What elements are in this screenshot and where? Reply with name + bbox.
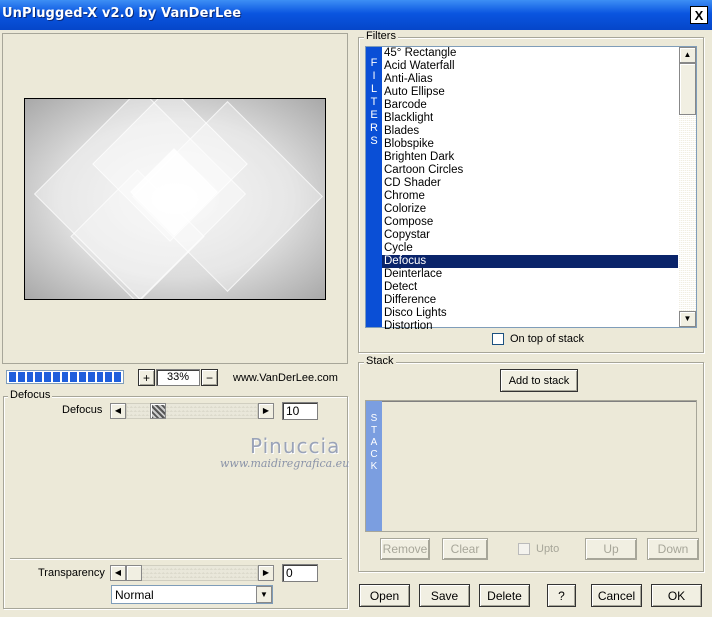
filter-list-item[interactable]: Disco Lights [382,307,678,320]
preview-image[interactable] [24,98,326,300]
save-button[interactable]: Save [419,584,470,607]
filter-list-item[interactable]: Defocus [382,255,678,268]
banner-letter: E [370,109,378,121]
ok-button[interactable]: OK [651,584,702,607]
stack-list[interactable] [365,400,697,532]
scroll-down-button[interactable]: ▼ [679,311,696,327]
filter-items[interactable]: 45° Rectangle Acid Waterfall Anti-Alias Aut… [382,47,678,333]
arrow-up-icon: ▲ [683,50,692,59]
scroll-up-button[interactable]: ▲ [679,47,696,63]
upto-checkbox[interactable] [518,543,530,555]
defocus-slider[interactable] [126,403,258,419]
render-progress-bar [6,370,124,384]
on-top-of-stack-checkbox[interactable] [492,333,504,345]
filter-list-item[interactable]: Blades [382,125,678,138]
watermark-name: Pinuccia [250,434,341,458]
filter-list-item[interactable]: Cartoon Circles [382,164,678,177]
filters-banner: FILTERS [366,47,382,327]
filter-list-item[interactable]: Acid Waterfall [382,60,678,73]
banner-letter: S [370,413,378,424]
arrow-left-icon: ◀ [114,568,122,577]
blend-mode-select[interactable]: Normal [111,585,273,604]
help-button[interactable]: ? [547,584,576,607]
stack-banner: STACK [366,401,382,531]
filter-list-item[interactable]: Distortion [382,320,678,333]
banner-letter: F [370,57,378,69]
banner-letter: C [370,449,378,460]
close-button[interactable]: X [690,6,708,24]
window-title: UnPlugged-X v2.0 by VanDerLee [2,6,242,21]
banner-letter: K [370,461,378,472]
clear-button[interactable]: Clear [442,538,488,560]
stack-group-label: Stack [364,355,396,367]
filter-list-item[interactable]: 45° Rectangle [382,47,678,60]
defocus-slider-label: Defocus [62,404,103,416]
transparency-slider[interactable] [126,565,258,581]
transparency-value-input[interactable]: 0 [282,564,318,582]
add-to-stack-button[interactable]: Add to stack [500,369,578,392]
filter-list-item[interactable]: Copystar [382,229,678,242]
filter-list-item[interactable]: Brighten Dark [382,151,678,164]
defocus-decrease-button[interactable]: ◀ [110,403,126,419]
zoom-out-button[interactable]: − [201,369,218,386]
divider [10,558,342,560]
filter-list-item[interactable]: Barcode [382,99,678,112]
cancel-button[interactable]: Cancel [591,584,642,607]
filter-list-item[interactable]: Deinterlace [382,268,678,281]
arrow-right-icon: ▶ [262,406,270,415]
move-up-button[interactable]: Up [585,538,637,560]
transparency-increase-button[interactable]: ▶ [258,565,274,581]
filter-list-item[interactable]: Blobspike [382,138,678,151]
move-down-button[interactable]: Down [647,538,699,560]
defocus-group-label: Defocus [8,389,53,401]
transparency-slider-thumb[interactable] [126,565,142,581]
filter-list-item[interactable]: CD Shader [382,177,678,190]
banner-letter: I [372,70,376,82]
website-link[interactable]: www.VanDerLee.com [233,372,338,384]
remove-button[interactable]: Remove [380,538,430,560]
defocus-increase-button[interactable]: ▶ [258,403,274,419]
filter-list-item[interactable]: Anti-Alias [382,73,678,86]
arrow-right-icon: ▶ [262,568,270,577]
filter-list-item[interactable]: Blacklight [382,112,678,125]
watermark-url: www.maidiregrafica.eu [220,457,350,470]
banner-letter: L [370,83,378,95]
zoom-in-button[interactable]: + [138,369,155,386]
banner-letter: T [370,96,378,108]
arrow-down-icon: ▼ [683,314,692,323]
zoom-value: 33% [156,369,200,386]
arrow-left-icon: ◀ [114,406,122,415]
filter-list-item[interactable]: Detect [382,281,678,294]
delete-button[interactable]: Delete [479,584,530,607]
filter-list-scroll-thumb[interactable] [679,63,696,115]
defocus-value-input[interactable]: 10 [282,402,318,420]
filter-list-item[interactable]: Auto Ellipse [382,86,678,99]
banner-letter: A [370,437,378,448]
filters-group-label: Filters [364,30,398,42]
filter-list-item[interactable]: Colorize [382,203,678,216]
banner-letter: R [370,122,378,134]
filter-list-item[interactable]: Cycle [382,242,678,255]
transparency-label: Transparency [38,567,105,579]
banner-letter: S [370,135,378,147]
on-top-of-stack-label: On top of stack [510,333,584,345]
filter-list-item[interactable]: Compose [382,216,678,229]
open-button[interactable]: Open [359,584,410,607]
filter-list-item[interactable]: Chrome [382,190,678,203]
filter-list-item[interactable]: Difference [382,294,678,307]
chevron-down-icon[interactable]: ▼ [256,586,272,603]
transparency-decrease-button[interactable]: ◀ [110,565,126,581]
banner-letter: T [370,425,378,436]
defocus-slider-thumb[interactable] [150,403,166,419]
upto-label: Upto [536,543,560,555]
